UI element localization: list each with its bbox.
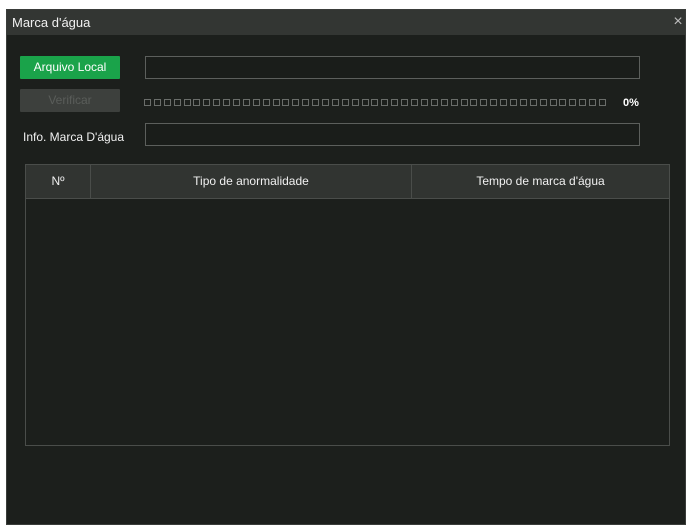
progress-segment	[509, 99, 517, 106]
progress-segment	[341, 99, 349, 106]
progress-segment	[153, 99, 161, 106]
table-header: Nº Tipo de anormalidade Tempo de marca d…	[26, 165, 669, 199]
progress-segment	[272, 99, 280, 106]
progress-segment	[470, 99, 478, 106]
file-path-field[interactable]	[145, 56, 640, 79]
progress-segment	[233, 99, 241, 106]
progress-segment	[252, 99, 260, 106]
column-header-number: Nº	[26, 165, 91, 198]
progress-segment	[203, 99, 211, 106]
progress-segment	[173, 99, 181, 106]
progress-segment	[391, 99, 399, 106]
progress-segment	[262, 99, 270, 106]
progress-segment	[183, 99, 191, 106]
progress-segment	[539, 99, 547, 106]
progress-segment	[420, 99, 428, 106]
watermark-info-label: Info. Marca D'água	[23, 130, 125, 144]
progress-segment	[223, 99, 231, 106]
progress-segment	[381, 99, 389, 106]
progress-segment	[282, 99, 290, 106]
progress-segment	[331, 99, 339, 106]
column-header-anomaly-type: Tipo de anormalidade	[91, 165, 412, 198]
progress-segment	[292, 99, 300, 106]
progress-segment	[529, 99, 537, 106]
progress-segment	[193, 99, 201, 106]
watermark-info-field[interactable]	[145, 123, 640, 146]
progress-segment	[519, 99, 527, 106]
results-table: Nº Tipo de anormalidade Tempo de marca d…	[25, 164, 670, 446]
local-file-button[interactable]: Arquivo Local	[20, 56, 120, 79]
progress-segment	[312, 99, 320, 106]
progress-segment	[480, 99, 488, 106]
progress-percent: 0%	[623, 97, 639, 109]
progress-segment	[401, 99, 409, 106]
progress-segment	[490, 99, 498, 106]
progress-segment	[450, 99, 458, 106]
progress-segment	[371, 99, 379, 106]
dialog-titlebar: Marca d'água ×	[7, 10, 685, 35]
progress-segment	[460, 99, 468, 106]
column-header-watermark-time: Tempo de marca d'água	[476, 174, 605, 188]
progress-segment	[579, 99, 587, 106]
progress-segment	[430, 99, 438, 106]
progress-segment	[242, 99, 250, 106]
dialog-title: Marca d'água	[12, 15, 91, 30]
verify-progress-bar	[144, 99, 606, 107]
progress-segment	[440, 99, 448, 106]
progress-segment	[549, 99, 557, 106]
progress-segment	[144, 99, 151, 106]
watermark-dialog: Marca d'água × Arquivo Local Verificar 0…	[6, 9, 686, 525]
table-body	[26, 199, 669, 445]
progress-segment	[559, 99, 567, 106]
progress-segment	[589, 99, 597, 106]
progress-segment	[163, 99, 171, 106]
progress-segment	[500, 99, 508, 106]
progress-segment	[322, 99, 330, 106]
progress-segment	[361, 99, 369, 106]
progress-segment	[569, 99, 577, 106]
progress-segment	[213, 99, 221, 106]
close-icon[interactable]: ×	[671, 14, 685, 30]
progress-segment	[411, 99, 419, 106]
progress-segment	[351, 99, 359, 106]
verify-button[interactable]: Verificar	[20, 89, 120, 112]
progress-segment	[302, 99, 310, 106]
progress-segment	[598, 99, 606, 106]
